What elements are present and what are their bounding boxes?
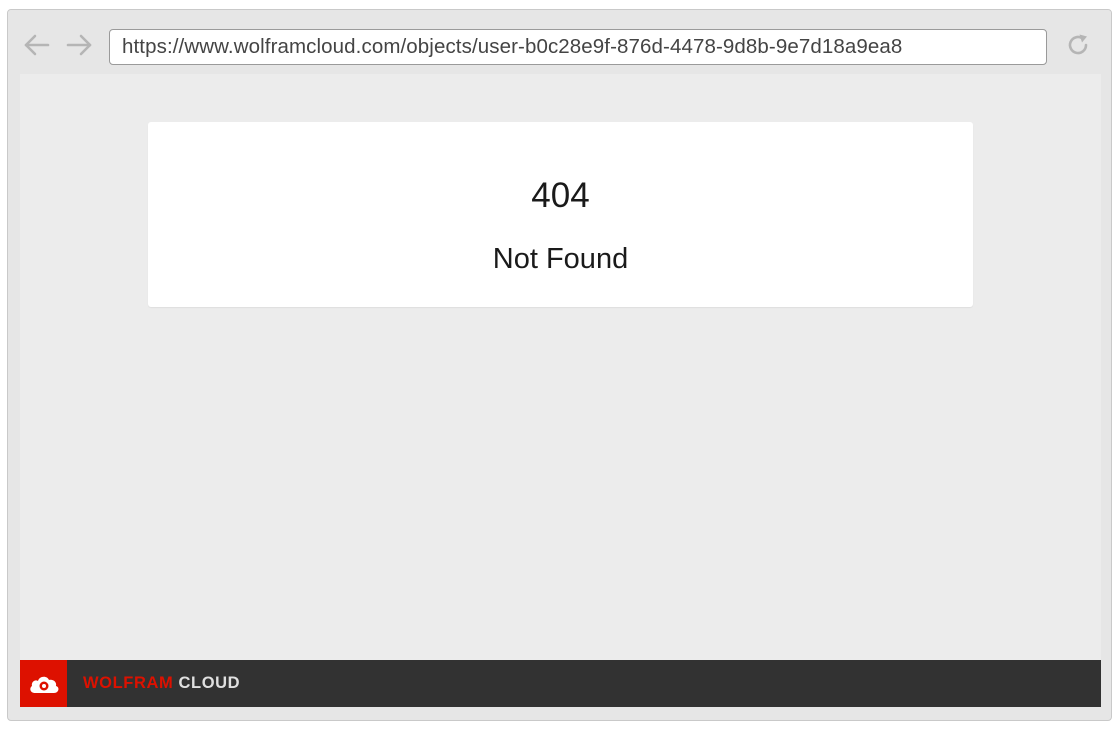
- page-content: 404 Not Found: [20, 74, 1101, 660]
- brand-cloud: CLOUD: [178, 674, 241, 692]
- forward-button[interactable]: [64, 30, 94, 60]
- footer-bar: WOLFRAM CLOUD: [20, 660, 1101, 707]
- reload-button[interactable]: [1063, 30, 1093, 60]
- url-text[interactable]: https://www.wolframcloud.com/objects/use…: [110, 35, 902, 59]
- browser-toolbar: https://www.wolframcloud.com/objects/use…: [8, 10, 1111, 74]
- arrow-left-icon: [24, 34, 50, 56]
- wolfram-cloud-logo-icon: [29, 676, 58, 693]
- back-button[interactable]: [22, 30, 52, 60]
- reload-icon: [1068, 34, 1088, 55]
- error-code: 404: [531, 176, 590, 215]
- footer-brand[interactable]: WOLFRAM CLOUD: [83, 674, 240, 693]
- address-bar[interactable]: https://www.wolframcloud.com/objects/use…: [109, 29, 1047, 65]
- error-card: 404 Not Found: [148, 122, 973, 307]
- error-message: Not Found: [492, 243, 629, 275]
- browser-window: https://www.wolframcloud.com/objects/use…: [7, 9, 1112, 721]
- arrow-right-icon: [66, 34, 92, 56]
- wolfram-cloud-logo[interactable]: [20, 660, 67, 707]
- brand-wolfram: WOLFRAM: [83, 674, 174, 692]
